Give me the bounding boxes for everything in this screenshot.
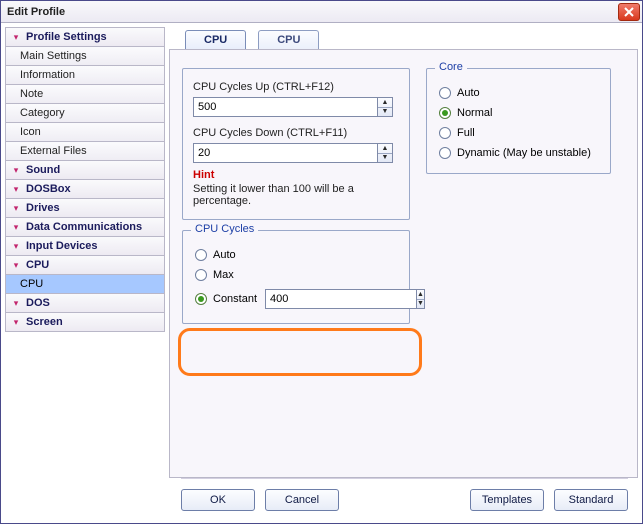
templates-button[interactable]: Templates [470,489,544,511]
sidebar-cat-dosbox[interactable]: ▾ DOSBox [5,179,165,199]
sidebar-cat-dos[interactable]: ▾ DOS [5,293,165,313]
close-button[interactable] [618,3,640,21]
annotation-highlight [178,328,422,376]
content-area: CPU CPU CPU Cycles Up (CTRL+F12) ▲ ▼ [169,27,638,478]
cycles-down-input[interactable] [193,143,377,163]
radio-label: Dynamic (May be unstable) [457,147,591,159]
sidebar-cat-label: DOSBox [26,183,71,195]
cycles-up-label: CPU Cycles Up (CTRL+F12) [193,81,399,93]
radio-icon [439,147,451,159]
spin-down-icon[interactable]: ▼ [378,108,392,117]
radio-icon [195,293,207,305]
tab-page-cpu: CPU Cycles Up (CTRL+F12) ▲ ▼ CPU Cycles … [169,49,638,478]
radio-label: Auto [213,249,236,261]
cycles-up-field: ▲ ▼ [193,97,393,117]
chevron-down-icon: ▾ [12,33,20,42]
close-icon [624,7,634,17]
radio-icon [439,107,451,119]
cycles-radio-constant[interactable]: Constant [195,293,257,305]
core-radio-full[interactable]: Full [437,123,600,143]
tab-cpu-1[interactable]: CPU [185,30,246,49]
core-legend: Core [435,61,467,73]
footer: OK Cancel Templates Standard [1,479,642,523]
window-title: Edit Profile [7,6,618,18]
sidebar-item-icon[interactable]: Icon [5,122,165,142]
sidebar: ▾ Profile Settings Main Settings Informa… [5,27,165,478]
tab-cpu-2[interactable]: CPU [258,30,319,49]
sidebar-cat-label: Sound [26,164,60,176]
sidebar-item-information[interactable]: Information [5,65,165,85]
sidebar-cat-label: DOS [26,297,50,309]
sidebar-cat-input-devices[interactable]: ▾ Input Devices [5,236,165,256]
sidebar-item-main-settings[interactable]: Main Settings [5,46,165,66]
spin-down-icon[interactable]: ▼ [378,154,392,163]
sidebar-cat-cpu[interactable]: ▾ CPU [5,255,165,275]
radio-label: Constant [213,293,257,305]
radio-label: Max [213,269,234,281]
radio-label: Normal [457,107,492,119]
chevron-down-icon: ▾ [12,185,20,194]
spin-down-icon[interactable]: ▼ [417,300,424,309]
titlebar: Edit Profile [1,1,642,23]
window-body: ▾ Profile Settings Main Settings Informa… [1,23,642,478]
cycles-constant-input[interactable] [265,289,416,309]
hint-text: Setting it lower than 100 will be a perc… [193,183,393,207]
cpu-cycles-legend: CPU Cycles [191,223,258,235]
core-radio-auto[interactable]: Auto [437,83,600,103]
cycles-up-down-group: CPU Cycles Up (CTRL+F12) ▲ ▼ CPU Cycles … [182,68,410,220]
sidebar-cat-data-communications[interactable]: ▾ Data Communications [5,217,165,237]
sidebar-item-external-files[interactable]: External Files [5,141,165,161]
sidebar-cat-label: Input Devices [26,240,98,252]
sidebar-cat-label: Drives [26,202,60,214]
chevron-down-icon: ▾ [12,242,20,251]
chevron-down-icon: ▾ [12,299,20,308]
sidebar-item-note[interactable]: Note [5,84,165,104]
radio-label: Full [457,127,475,139]
sidebar-cat-label: Data Communications [26,221,142,233]
core-radio-normal[interactable]: Normal [437,103,600,123]
sidebar-cat-drives[interactable]: ▾ Drives [5,198,165,218]
sidebar-cat-label: Screen [26,316,63,328]
cycles-down-label: CPU Cycles Down (CTRL+F11) [193,127,399,139]
hint-title: Hint [193,169,399,181]
sidebar-cat-sound[interactable]: ▾ Sound [5,160,165,180]
sidebar-cat-screen[interactable]: ▾ Screen [5,312,165,332]
cycles-constant-spinner: ▲ ▼ [416,289,425,309]
tabstrip: CPU CPU [169,27,638,49]
radio-icon [439,127,451,139]
chevron-down-icon: ▾ [12,204,20,213]
chevron-down-icon: ▾ [12,166,20,175]
ok-button[interactable]: OK [181,489,255,511]
spin-up-icon[interactable]: ▲ [378,144,392,154]
cancel-button[interactable]: Cancel [265,489,339,511]
cycles-radio-max[interactable]: Max [193,265,399,285]
sidebar-item-category[interactable]: Category [5,103,165,123]
standard-button[interactable]: Standard [554,489,628,511]
cycles-radio-auto[interactable]: Auto [193,245,399,265]
cycles-down-field: ▲ ▼ [193,143,393,163]
radio-icon [439,87,451,99]
spin-up-icon[interactable]: ▲ [378,98,392,108]
cycles-down-spinner: ▲ ▼ [377,143,393,163]
radio-icon [195,249,207,261]
sidebar-cat-label: Profile Settings [26,31,107,43]
radio-icon [195,269,207,281]
core-group: Core Auto Normal Full [426,68,611,174]
core-radio-dynamic[interactable]: Dynamic (May be unstable) [437,143,600,163]
radio-label: Auto [457,87,480,99]
cpu-cycles-group: CPU Cycles Auto Max [182,230,410,324]
cycles-up-input[interactable] [193,97,377,117]
sidebar-cat-profile-settings[interactable]: ▾ Profile Settings [5,27,165,47]
spin-up-icon[interactable]: ▲ [417,290,424,300]
sidebar-item-cpu[interactable]: CPU [5,274,165,294]
chevron-down-icon: ▾ [12,318,20,327]
chevron-down-icon: ▾ [12,261,20,270]
cycles-up-spinner: ▲ ▼ [377,97,393,117]
cycles-constant-field: ▲ ▼ [265,289,395,309]
edit-profile-window: Edit Profile ▾ Profile Settings Main Set… [0,0,643,524]
sidebar-cat-label: CPU [26,259,49,271]
chevron-down-icon: ▾ [12,223,20,232]
